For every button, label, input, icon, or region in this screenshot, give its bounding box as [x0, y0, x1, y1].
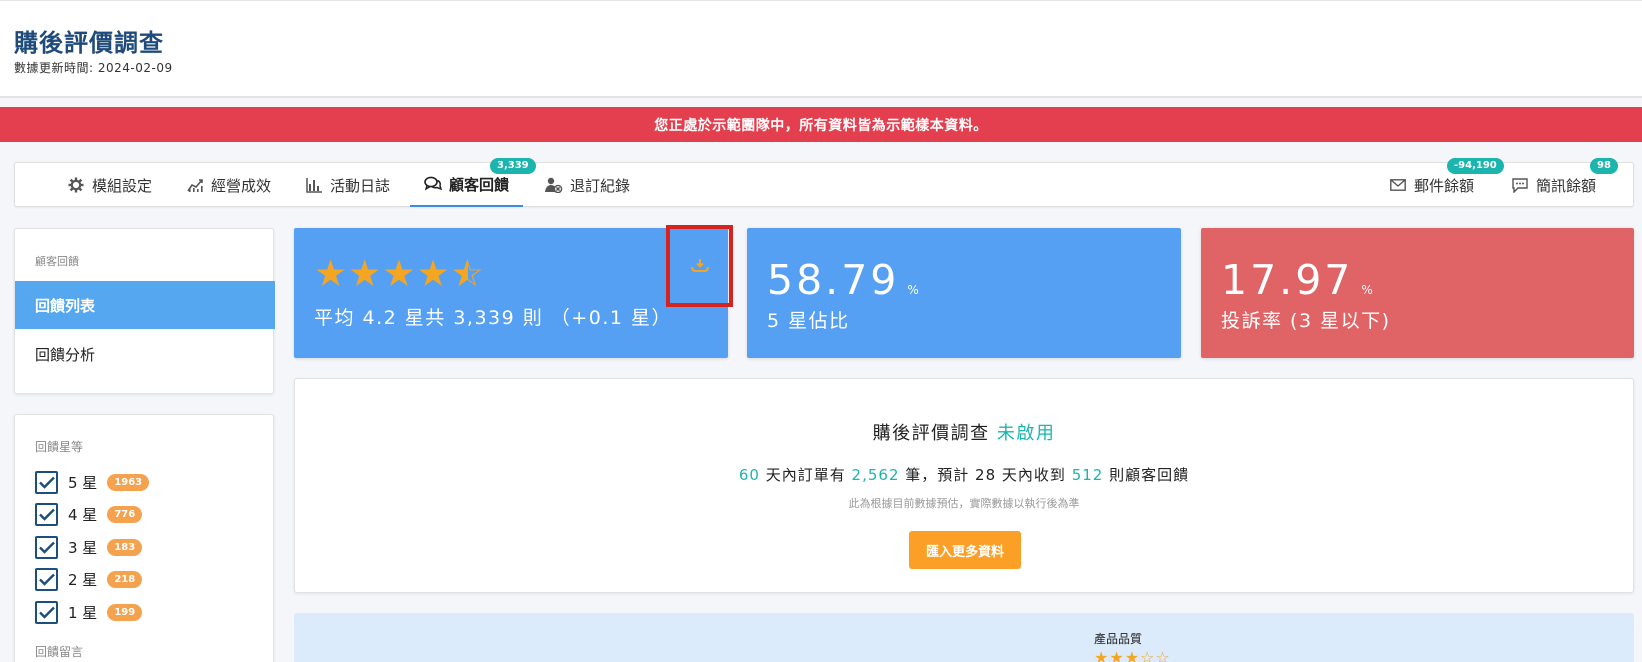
filter-label: 3 星 — [68, 538, 98, 557]
sms-balance-badge: 98 — [1590, 158, 1618, 174]
tab-activity-log[interactable]: 活動日誌 — [305, 163, 390, 207]
sms-icon — [1511, 176, 1529, 194]
bar-chart-icon — [305, 176, 323, 194]
update-time: 數據更新時間: 2024-02-09 — [14, 61, 173, 75]
tab-label: 活動日誌 — [330, 176, 391, 195]
filter-label: 2 星 — [68, 570, 98, 589]
star-icon: ★ — [348, 252, 382, 295]
checkbox[interactable] — [35, 502, 58, 526]
tab-performance[interactable]: 經營成效 — [186, 163, 271, 207]
average-rating-text: 平均 4.2 星共 3,339 則 （+0.1 星） — [314, 307, 672, 329]
complaint-value: 17.97% — [1221, 256, 1376, 304]
filter-3-star[interactable]: 3 星 183 — [35, 534, 143, 560]
chart-line-icon — [186, 176, 204, 194]
quality-label: 產品品質 — [1094, 632, 1143, 646]
survey-title: 購後評價調查 未啟用 — [872, 423, 1056, 444]
sidebar-nav: 顧客回饋 回饋列表 回饋分析 — [14, 228, 275, 394]
top-nav: 模組設定 經營成效 活動日誌 顧客回饋 3,339 退訂紀錄 郵件餘額 -94,… — [14, 158, 1634, 207]
count-badge: 1963 — [107, 473, 150, 491]
sidebar-item-feedback-analysis[interactable]: 回饋分析 — [15, 330, 275, 378]
tab-module-settings[interactable]: 模組設定 — [67, 163, 152, 207]
count-badge: 776 — [107, 505, 143, 523]
sms-balance-label: 簡訊餘額 — [1536, 176, 1597, 195]
filter-panel: 回饋星等 5 星 1963 4 星 776 3 星 183 2 星 218 1 … — [14, 414, 274, 662]
sidebar-item-label: 回饋列表 — [35, 296, 96, 315]
survey-note: 此為根據目前數據預估，實際數據以執行後為準 — [848, 497, 1080, 510]
complaint-label: 投訴率 (3 星以下) — [1221, 310, 1391, 332]
gear-icon — [67, 176, 85, 194]
filter-label: 4 星 — [68, 505, 98, 524]
count-badge: 199 — [107, 603, 143, 621]
sms-balance[interactable]: 簡訊餘額 — [1511, 163, 1596, 207]
average-rating-card: ★ ★ ★ ★ ☆ ★ 平均 4.2 星共 3,339 則 （+0.1 星） — [294, 228, 728, 358]
sidebar-heading: 顧客回饋 — [35, 255, 79, 268]
filter-4-star[interactable]: 4 星 776 — [35, 501, 143, 527]
user-remove-icon — [545, 176, 563, 194]
comment-filter-heading: 回饋留言 — [35, 645, 84, 659]
filter-label: 1 星 — [68, 603, 98, 622]
filter-label: 5 星 — [68, 473, 98, 492]
download-icon — [690, 257, 709, 276]
tab-label: 退訂紀錄 — [570, 176, 631, 195]
filter-1-star[interactable]: 1 星 199 — [35, 599, 143, 625]
five-star-value: 58.79% — [767, 256, 922, 304]
checkbox[interactable] — [35, 535, 58, 559]
tab-label: 經營成效 — [211, 176, 272, 195]
quality-card: 產品品質 ★★★☆☆ — [294, 613, 1634, 662]
complaint-rate-card: 17.97% 投訴率 (3 星以下) — [1201, 228, 1634, 358]
tab-unsubscribe-log[interactable]: 退訂紀錄 — [545, 163, 630, 207]
page-title: 購後評價調查 — [14, 29, 164, 57]
mail-icon — [1389, 176, 1407, 194]
tab-label: 模組設定 — [92, 176, 153, 195]
checkbox[interactable] — [35, 600, 58, 624]
import-more-data-button[interactable]: 匯入更多資料 — [909, 531, 1021, 569]
checkbox[interactable] — [35, 470, 58, 494]
rating-stars: ★ ★ ★ ★ ☆ ★ — [314, 255, 486, 292]
checkbox[interactable] — [35, 567, 58, 591]
sidebar-item-label: 回饋分析 — [35, 345, 96, 364]
feedback-count-badge: 3,339 — [490, 158, 536, 174]
quality-stars: ★★★☆☆ — [1094, 648, 1171, 662]
survey-estimate: 60 天內訂單有 2,562 筆，預計 28 天內收到 512 則顧客回饋 — [738, 466, 1190, 484]
star-icon: ★ — [416, 252, 450, 295]
count-badge: 183 — [107, 538, 143, 556]
mail-balance-badge: -94,190 — [1447, 158, 1504, 174]
download-button[interactable] — [666, 225, 733, 307]
mail-balance-label: 郵件餘額 — [1414, 176, 1475, 195]
filter-5-star[interactable]: 5 星 1963 — [35, 469, 150, 495]
five-star-ratio-card: 58.79% 5 星佔比 — [747, 228, 1181, 358]
star-icon: ★ — [314, 252, 348, 295]
five-star-label: 5 星佔比 — [767, 310, 850, 332]
half-star-icon: ☆ ★ — [450, 252, 484, 295]
count-badge: 218 — [107, 570, 143, 588]
survey-status: 未啟用 — [996, 423, 1056, 444]
rating-filter-heading: 回饋星等 — [35, 440, 84, 454]
tab-label: 顧客回饋 — [449, 175, 510, 194]
demo-banner: 您正處於示範團隊中，所有資料皆為示範樣本資料。 — [0, 107, 1642, 142]
star-icon: ★ — [382, 252, 416, 295]
filter-2-star[interactable]: 2 星 218 — [35, 566, 143, 592]
comments-icon — [424, 175, 442, 193]
sidebar-item-feedback-list[interactable]: 回饋列表 — [15, 281, 275, 329]
page-header: 購後評價調查 數據更新時間: 2024-02-09 — [0, 0, 1642, 98]
survey-status-card: 購後評價調查 未啟用 60 天內訂單有 2,562 筆，預計 28 天內收到 5… — [294, 378, 1634, 593]
